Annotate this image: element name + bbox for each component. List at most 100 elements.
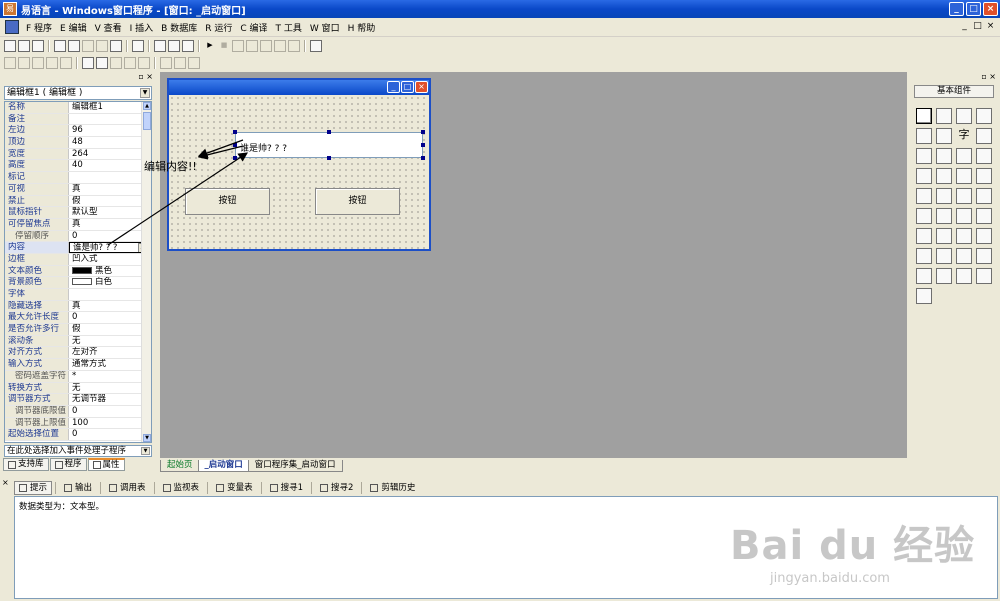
property-value[interactable]: 真 <box>69 301 151 312</box>
file-icon[interactable] <box>956 208 972 224</box>
chart-icon[interactable] <box>976 248 992 264</box>
resize-handle[interactable] <box>421 156 425 160</box>
window-layout-icon[interactable] <box>154 40 166 52</box>
property-row[interactable]: 名称 编辑框1 <box>5 102 151 114</box>
resize-handle[interactable] <box>421 143 425 147</box>
tab-program[interactable]: 程序 <box>49 458 87 471</box>
resize-handle[interactable] <box>233 143 237 147</box>
property-row[interactable]: 可视真 <box>5 183 151 196</box>
label-icon[interactable] <box>936 108 952 124</box>
chevron-down-icon[interactable]: ▼ <box>141 447 150 455</box>
close-button[interactable]: × <box>983 2 998 16</box>
panel-pin-close-icon[interactable]: ▫ × <box>138 72 153 81</box>
document-icon[interactable] <box>5 20 19 34</box>
combo-icon[interactable] <box>956 148 972 164</box>
shape-icon[interactable] <box>976 108 992 124</box>
menu-view[interactable]: V 查看 <box>91 21 126 34</box>
property-value[interactable]: 0 <box>69 312 151 323</box>
table-icon[interactable] <box>916 248 932 264</box>
property-value[interactable]: 100 <box>69 418 151 429</box>
property-value[interactable] <box>69 114 151 125</box>
property-row[interactable]: 字体 <box>5 289 151 301</box>
align-center-icon[interactable] <box>18 57 30 69</box>
drive-icon[interactable] <box>916 208 932 224</box>
same-width-icon[interactable] <box>110 57 122 69</box>
open-folder-icon[interactable] <box>18 40 30 52</box>
tab-support-library[interactable]: 支持库 <box>3 458 49 471</box>
link-icon[interactable] <box>956 228 972 244</box>
menu-compile[interactable]: C 编译 <box>236 21 271 34</box>
redo-icon[interactable] <box>110 40 122 52</box>
property-value[interactable]: 0 <box>69 429 151 440</box>
property-row[interactable]: 滚动条无 <box>5 335 151 348</box>
tab-search-2[interactable]: 搜寻2 <box>315 481 358 495</box>
step-out-icon[interactable] <box>260 40 272 52</box>
align-right-icon[interactable] <box>32 57 44 69</box>
property-value[interactable]: 通常方式 <box>69 359 151 370</box>
property-value[interactable]: 谁是帅? ? ?... <box>69 242 151 253</box>
property-row[interactable]: 输入方式 通常方式 <box>5 359 151 371</box>
property-value[interactable]: 真 <box>69 219 151 230</box>
split-view-icon[interactable] <box>168 40 180 52</box>
run-to-cursor-icon[interactable] <box>274 40 286 52</box>
resize-handle[interactable] <box>233 130 237 134</box>
tab-start-page[interactable]: 起始页 <box>160 460 200 472</box>
space-horizontal-icon[interactable] <box>160 57 172 69</box>
pointer-icon[interactable] <box>916 108 932 124</box>
property-row[interactable]: 起始选择位置 0 <box>5 429 151 441</box>
tab-call-stack[interactable]: 调用表 <box>104 481 151 495</box>
property-row[interactable]: 停留顺序 0 <box>5 230 151 243</box>
align-left-icon[interactable] <box>4 57 16 69</box>
grid-icon[interactable] <box>188 57 200 69</box>
property-row[interactable]: 可停留焦点真 <box>5 218 151 231</box>
step-over-icon[interactable] <box>246 40 258 52</box>
property-value[interactable]: 默认型 <box>69 207 151 218</box>
property-value[interactable]: 无调节器 <box>69 394 151 405</box>
property-value[interactable]: 编辑框1 <box>69 102 151 113</box>
property-row[interactable]: 背景颜色 白色 <box>5 277 151 289</box>
property-row[interactable]: 左边 96 <box>5 125 151 138</box>
property-row[interactable]: 调节器上限值 100 <box>5 417 151 430</box>
maximize-button[interactable]: □ <box>966 2 981 16</box>
odbc2-icon[interactable] <box>956 268 972 284</box>
property-row[interactable]: 顶边 48 <box>5 137 151 149</box>
property-row[interactable]: 隐藏选择真 <box>5 300 151 313</box>
property-row[interactable]: 备注 <box>5 113 151 126</box>
picturebox-icon[interactable] <box>936 128 952 144</box>
run-icon[interactable]: ▶ <box>204 40 216 52</box>
property-value[interactable]: 40 <box>69 160 151 171</box>
property-row[interactable]: 最大允许长度 0 <box>5 312 151 325</box>
center-horizontal-icon[interactable] <box>82 57 94 69</box>
property-scrollbar[interactable]: ▲ ▼ <box>141 102 151 442</box>
space-vertical-icon[interactable] <box>174 57 186 69</box>
edit-icon[interactable] <box>916 128 932 144</box>
property-value[interactable]: 0 <box>69 406 151 417</box>
property-row[interactable]: 调节器底限值 0 <box>5 405 151 418</box>
property-row[interactable]: 边框 凹入式 <box>5 253 151 266</box>
find-icon[interactable] <box>132 40 144 52</box>
mdi-restore-button[interactable]: □ <box>972 21 983 32</box>
resize-handle[interactable] <box>233 156 237 160</box>
form-designer[interactable]: _ □ × 谁是帅? ? ? 按钮 按钮 <box>160 72 907 458</box>
startup-form[interactable]: _ □ × 谁是帅? ? ? 按钮 按钮 <box>167 78 431 251</box>
progress-icon[interactable] <box>976 168 992 184</box>
cut-icon[interactable] <box>54 40 66 52</box>
minimize-button[interactable]: _ <box>949 2 964 16</box>
property-value[interactable]: 左对齐 <box>69 347 151 358</box>
month-icon[interactable] <box>976 188 992 204</box>
scroll-h-icon[interactable] <box>936 168 952 184</box>
menu-tools[interactable]: T 工具 <box>271 21 305 34</box>
same-size-icon[interactable] <box>138 57 150 69</box>
property-row[interactable]: 禁止假 <box>5 195 151 208</box>
radiobox-icon[interactable] <box>936 148 952 164</box>
property-row[interactable]: 对齐方式 左对齐 <box>5 347 151 360</box>
scroll-down-icon[interactable]: ▼ <box>143 434 151 442</box>
property-value[interactable]: * <box>69 371 151 382</box>
form-canvas[interactable]: 谁是帅? ? ? 按钮 按钮 <box>169 95 429 249</box>
tab-variables[interactable]: 变量表 <box>211 481 258 495</box>
edit-box-control[interactable]: 谁是帅? ? ? <box>235 132 423 158</box>
tab-hint[interactable]: 提示 <box>14 480 53 495</box>
chevron-down-icon[interactable]: ▼ <box>140 88 150 98</box>
panel-pin-close-icon[interactable]: ▫ × <box>981 72 996 81</box>
pause-icon[interactable] <box>288 40 300 52</box>
